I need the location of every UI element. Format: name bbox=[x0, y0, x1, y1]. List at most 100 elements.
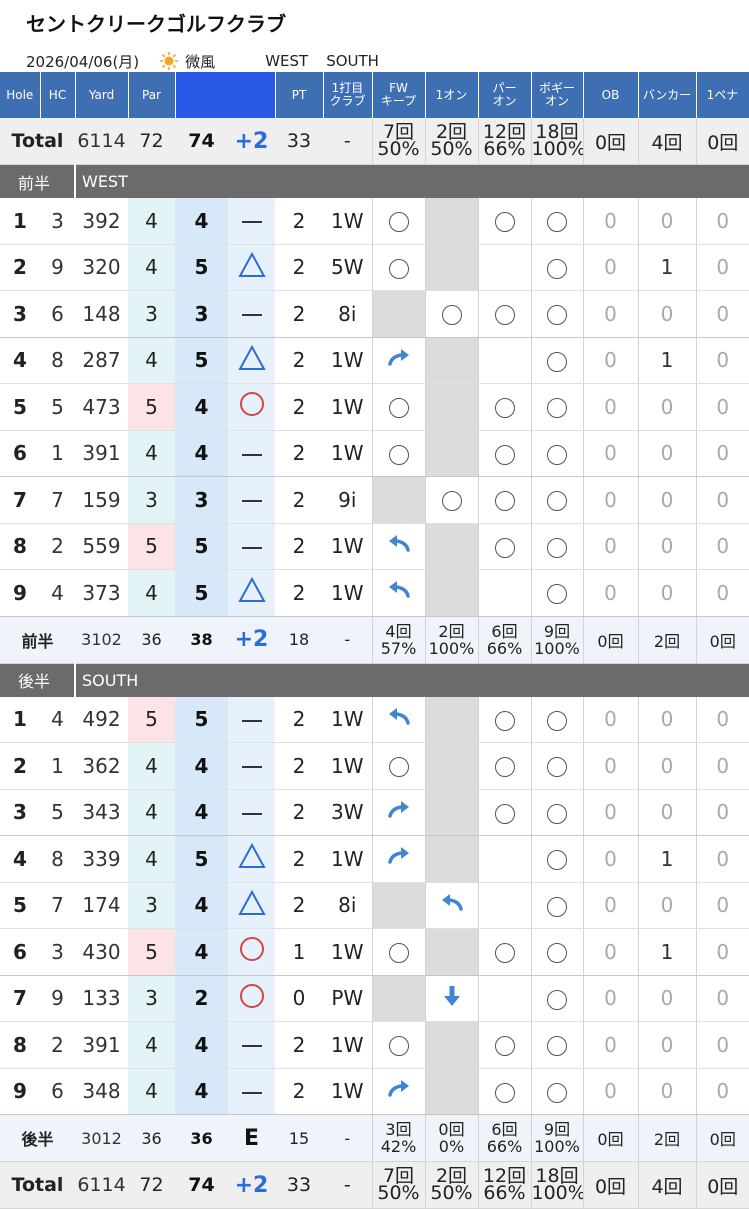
summary-pt: 33 bbox=[275, 1161, 323, 1209]
hole-hc: 7 bbox=[40, 476, 75, 524]
hole-strokes: 4 bbox=[175, 1068, 228, 1115]
hole-row[interactable]: 2 1 362 4 4 2 1W 0 0 0 bbox=[0, 742, 749, 790]
hole-yard: 320 bbox=[75, 244, 128, 291]
hole-bunker: 1 bbox=[637, 244, 696, 291]
header-row: Hole HC Yard Par PT 1打目 クラブ FW キープ 1オン パ… bbox=[0, 72, 749, 118]
hole-bogey-on bbox=[530, 337, 583, 384]
par-dash-icon bbox=[241, 500, 262, 503]
hole-row[interactable]: 1 3 392 4 4 2 1W 0 0 0 bbox=[0, 198, 749, 245]
col-pt: PT bbox=[275, 72, 324, 118]
hole-one-on bbox=[424, 742, 478, 790]
hole-bunker: 0 bbox=[637, 1021, 696, 1069]
hole-row[interactable]: 5 5 473 5 4 2 1W 0 0 0 bbox=[0, 383, 749, 431]
hole-row[interactable]: 8 2 391 4 4 2 1W 0 0 0 bbox=[0, 1021, 749, 1069]
hole-one-on bbox=[424, 882, 478, 929]
hole-bunker: 0 bbox=[637, 696, 696, 743]
summary-one_on: 2回 50% bbox=[424, 118, 478, 165]
achieved-circle-icon bbox=[494, 803, 515, 824]
hole-row[interactable]: 7 9 133 3 2 0 PW 0 0 0 bbox=[0, 975, 749, 1022]
hole-row[interactable]: 5 7 174 3 4 2 8i 0 0 0 bbox=[0, 882, 749, 929]
hole-bogey-on bbox=[530, 1021, 583, 1069]
hole-row[interactable]: 2 9 320 4 5 2 5W 0 1 0 bbox=[0, 244, 749, 291]
hole-yard: 473 bbox=[75, 383, 128, 431]
hole-par-on bbox=[477, 244, 531, 291]
summary-club: - bbox=[323, 1161, 372, 1209]
round-date: 2026/04/06(月) bbox=[26, 52, 140, 71]
summary-label: 前半 bbox=[0, 616, 75, 664]
summary-par: 36 bbox=[128, 1114, 175, 1162]
hole-hc: 3 bbox=[40, 198, 75, 245]
hole-one-on bbox=[424, 290, 478, 338]
summary-bogey_on: 18回 100% bbox=[530, 118, 583, 165]
hole-number: 4 bbox=[0, 835, 40, 883]
hole-par-on bbox=[477, 975, 531, 1022]
hole-one-on bbox=[424, 198, 478, 245]
hole-row[interactable]: 9 6 348 4 4 2 1W 0 0 0 bbox=[0, 1068, 749, 1115]
front-subtotal-row: 前半 3102 36 38 +2 18-4回 57% 2回 100% 6回 66% 9回 100% 0回 2… bbox=[0, 616, 749, 664]
hole-score-mark bbox=[228, 696, 275, 743]
hole-ob: 0 bbox=[582, 742, 638, 790]
hole-number: 2 bbox=[0, 244, 40, 291]
hole-row[interactable]: 4 8 339 4 5 2 1W 0 1 0 bbox=[0, 835, 749, 883]
arrow-left-icon bbox=[388, 581, 410, 598]
achieved-circle-icon bbox=[494, 305, 515, 326]
hole-yard: 133 bbox=[75, 975, 128, 1022]
hole-bunker: 1 bbox=[637, 835, 696, 883]
hole-row[interactable]: 4 8 287 4 5 2 1W 0 1 0 bbox=[0, 337, 749, 384]
hole-penalty: 0 bbox=[695, 975, 749, 1022]
hole-penalty: 0 bbox=[695, 789, 749, 836]
hole-hc: 7 bbox=[40, 882, 75, 929]
hole-fw-keep bbox=[371, 1068, 425, 1115]
col-par: Par bbox=[128, 72, 176, 118]
hole-number: 2 bbox=[0, 742, 40, 790]
hole-ob: 0 bbox=[582, 523, 638, 570]
summary-one_on-percent: 50% bbox=[430, 1182, 473, 1204]
achieved-circle-icon bbox=[388, 1036, 409, 1057]
summary-par_on-count: 6回 bbox=[491, 621, 518, 641]
col-penalty: 1ペナ bbox=[696, 72, 749, 118]
hole-par: 4 bbox=[128, 337, 175, 384]
hole-fw-keep bbox=[371, 383, 425, 431]
hole-yard: 159 bbox=[75, 476, 128, 524]
summary-diff-value: +2 bbox=[234, 128, 269, 154]
hole-putts: 2 bbox=[275, 1021, 323, 1069]
hole-ob: 0 bbox=[582, 337, 638, 384]
hole-par: 3 bbox=[128, 290, 175, 338]
hole-bogey-on bbox=[530, 290, 583, 338]
achieved-circle-icon bbox=[547, 943, 567, 964]
hole-row[interactable]: 6 1 391 4 4 2 1W 0 0 0 bbox=[0, 430, 749, 477]
back-course-name: SOUTH bbox=[326, 52, 379, 70]
summary-fw-percent: 50% bbox=[377, 138, 420, 160]
summary-one_on: 2回 50% bbox=[424, 1161, 478, 1209]
hole-row[interactable]: 7 7 159 3 3 2 9i 0 0 0 bbox=[0, 476, 749, 524]
hole-row[interactable]: 6 3 430 5 4 1 1W 0 1 0 bbox=[0, 928, 749, 976]
hole-row[interactable]: 3 6 148 3 3 2 8i 0 0 0 bbox=[0, 290, 749, 338]
summary-strokes: 38 bbox=[175, 616, 228, 664]
hole-row[interactable]: 9 4 373 4 5 2 1W 0 0 0 bbox=[0, 569, 749, 617]
hole-par: 4 bbox=[128, 1021, 175, 1069]
summary-fw-count: 4回 bbox=[385, 621, 412, 641]
hole-penalty: 0 bbox=[695, 569, 749, 617]
hole-par-on bbox=[477, 569, 531, 617]
summary-penalty: 0回 bbox=[695, 1114, 749, 1162]
achieved-circle-icon bbox=[441, 491, 462, 512]
summary-club: - bbox=[323, 1114, 372, 1162]
achieved-circle-icon bbox=[494, 491, 515, 512]
bogey-triangle-icon bbox=[237, 577, 266, 603]
hole-bunker: 0 bbox=[637, 882, 696, 929]
achieved-circle-icon bbox=[388, 943, 409, 964]
summary-bunker: 2回 bbox=[637, 616, 696, 664]
hole-score-mark bbox=[228, 882, 275, 929]
hole-ob: 0 bbox=[582, 835, 638, 883]
hole-ob: 0 bbox=[582, 696, 638, 743]
summary-diff-value: E bbox=[243, 1125, 260, 1151]
hole-row[interactable]: 8 2 559 5 5 2 1W 0 0 0 bbox=[0, 523, 749, 570]
hole-row[interactable]: 1 4 492 5 5 2 1W 0 0 0 bbox=[0, 696, 749, 743]
hole-strokes: 4 bbox=[175, 430, 228, 477]
hole-par: 4 bbox=[128, 1068, 175, 1115]
sun-icon bbox=[159, 51, 179, 71]
hole-fw-keep bbox=[371, 1021, 425, 1069]
hole-first-club: 1W bbox=[323, 1068, 372, 1115]
hole-row[interactable]: 3 5 343 4 4 2 3W 0 0 0 bbox=[0, 789, 749, 836]
hole-one-on bbox=[424, 696, 478, 743]
